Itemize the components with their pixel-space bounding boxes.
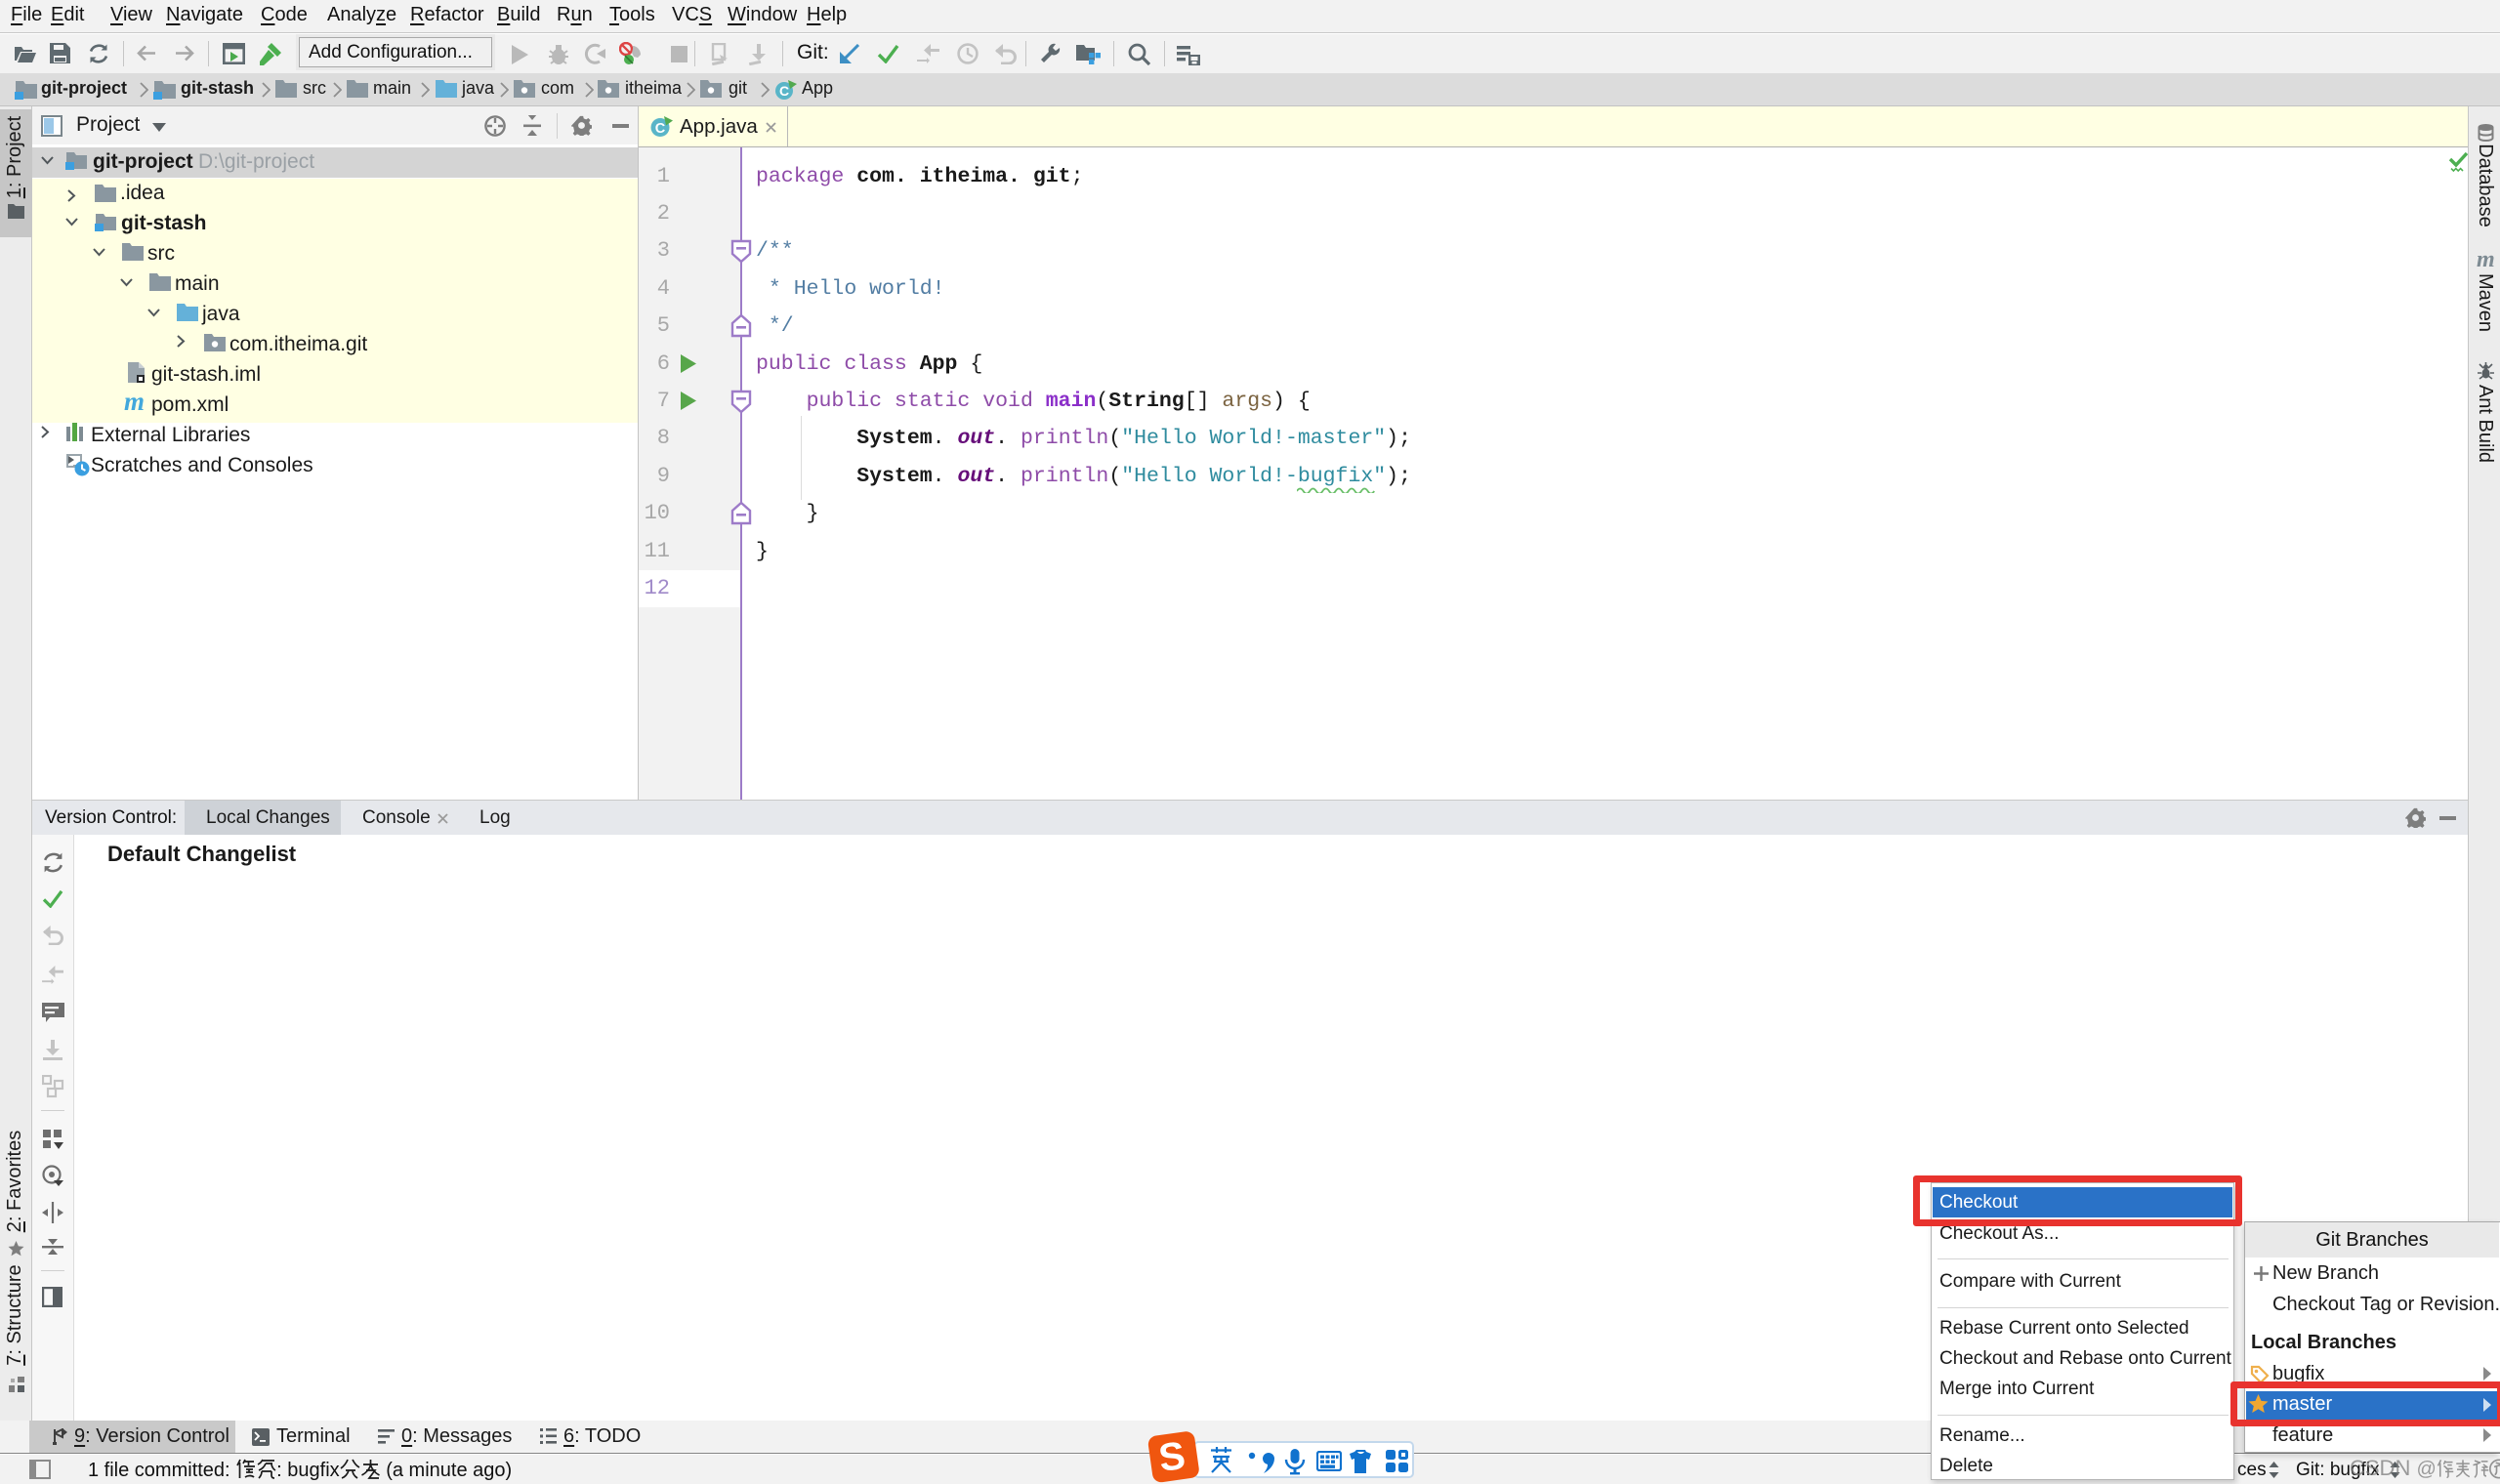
svg-text:C: C (779, 83, 789, 99)
svg-text:C: C (655, 121, 666, 137)
